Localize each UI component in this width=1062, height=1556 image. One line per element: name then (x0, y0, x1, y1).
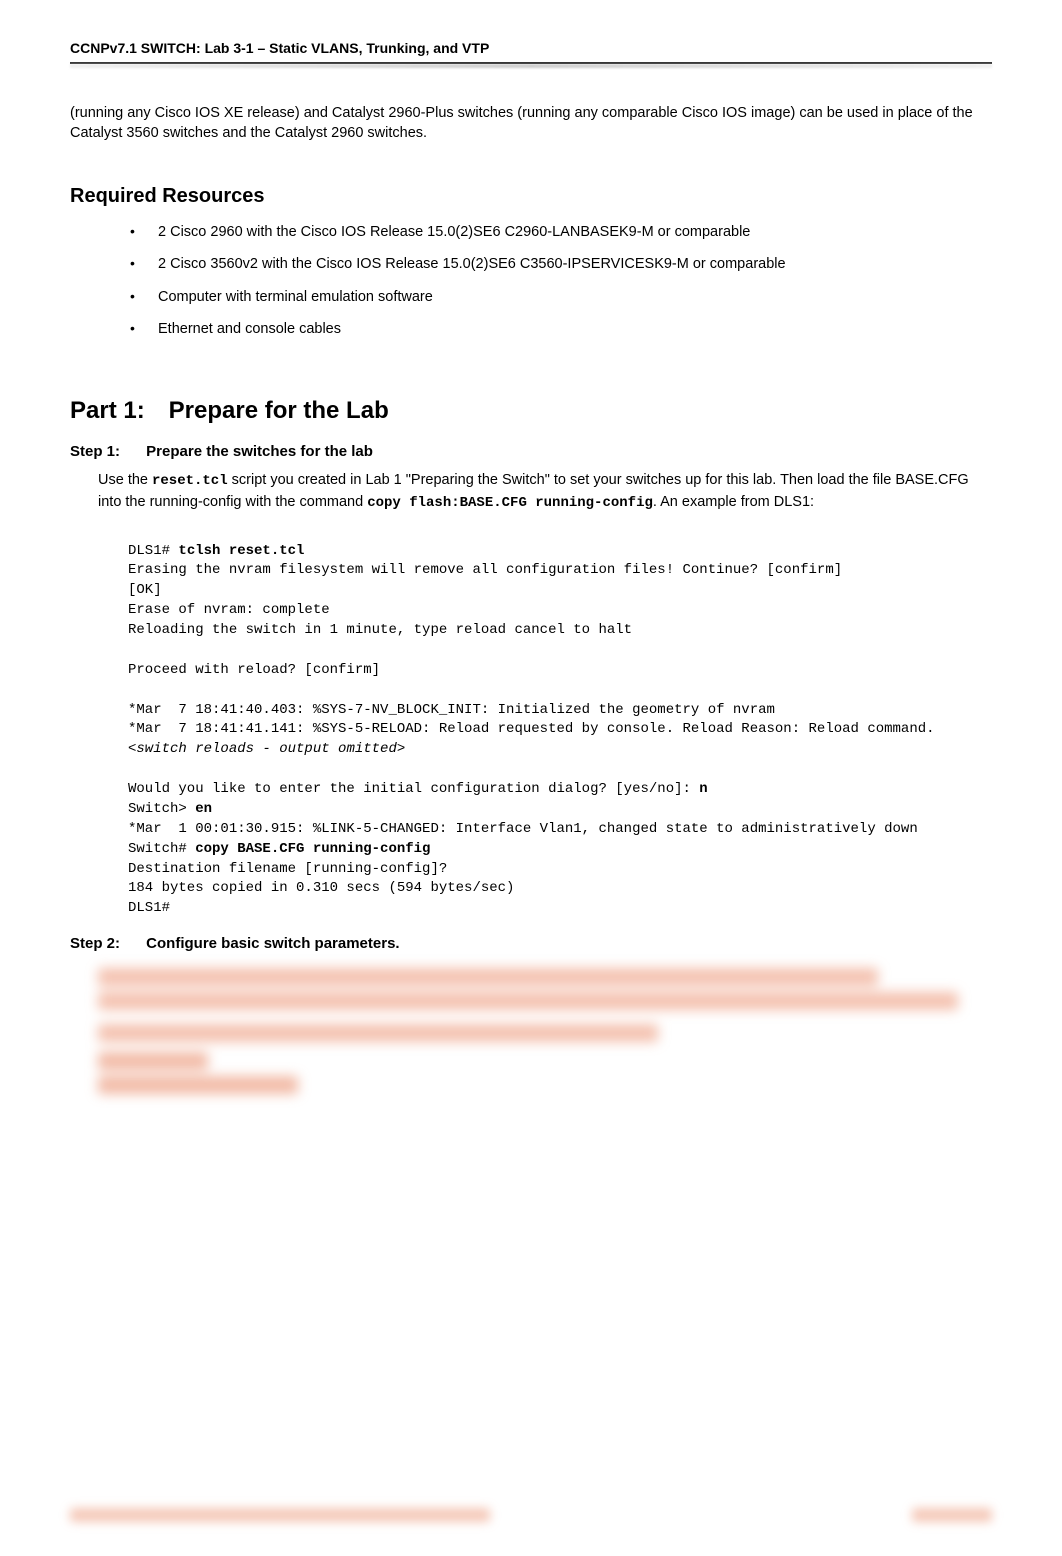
output-line: Erasing the nvram filesystem will remove… (128, 562, 842, 578)
header-title: CCNPv7.1 SWITCH: Lab 3-1 – Static VLANS,… (70, 40, 489, 56)
text: Use the (98, 472, 152, 488)
page-footer (70, 1508, 992, 1522)
list-item: 2 Cisco 2960 with the Cisco IOS Release … (130, 216, 992, 248)
page-header: CCNPv7.1 SWITCH: Lab 3-1 – Static VLANS,… (70, 40, 992, 64)
list-item: Ethernet and console cables (130, 313, 992, 345)
part-1-heading: Part 1: Prepare for the Lab (70, 397, 992, 425)
prompt: Switch> (128, 801, 195, 817)
output-line: DLS1# (128, 900, 170, 916)
text: > (397, 741, 405, 757)
command: en (195, 801, 212, 817)
output-line: *Mar 7 18:41:41.141: %SYS-5-RELOAD: Relo… (128, 721, 935, 737)
step-1-heading: Step 1: Prepare the switches for the lab (70, 443, 992, 460)
intro-paragraph: (running any Cisco IOS XE release) and C… (70, 104, 992, 143)
required-resources-list: 2 Cisco 2960 with the Cisco IOS Release … (130, 216, 992, 345)
user-input: n (699, 781, 707, 797)
output-line: Reloading the switch in 1 minute, type r… (128, 622, 632, 638)
inline-code: reset.tcl (152, 473, 228, 489)
command: copy BASE.CFG running-config (195, 841, 430, 857)
list-item: 2 Cisco 3560v2 with the Cisco IOS Releas… (130, 248, 992, 280)
footer-page-number (912, 1508, 992, 1522)
part-title: Prepare for the Lab (169, 397, 389, 424)
output-line: *Mar 1 00:01:30.915: %LINK-5-CHANGED: In… (128, 821, 918, 837)
output-line: *Mar 7 18:41:40.403: %SYS-7-NV_BLOCK_INI… (128, 702, 775, 718)
blurred-content (98, 968, 992, 1094)
output-line: 184 bytes copied in 0.310 secs (594 byte… (128, 880, 514, 896)
output-line: Would you like to enter the initial conf… (128, 781, 699, 797)
prompt: Switch# (128, 841, 195, 857)
inline-code: copy flash:BASE.CFG running-config (367, 495, 653, 511)
step-label: Step 2: (70, 935, 142, 952)
step-title: Configure basic switch parameters. (146, 935, 399, 952)
required-resources-heading: Required Resources (70, 185, 992, 208)
command: tclsh reset.tcl (178, 543, 304, 559)
output-line: Erase of nvram: complete (128, 602, 330, 618)
step-1-paragraph: Use the reset.tcl script you created in … (98, 470, 992, 513)
step-title: Prepare the switches for the lab (146, 443, 373, 460)
output-line: [OK] (128, 582, 162, 598)
output-line: Destination filename [running-config]? (128, 861, 447, 877)
footer-copyright (70, 1508, 490, 1522)
step-2-heading: Step 2: Configure basic switch parameter… (70, 935, 992, 952)
terminal-output: DLS1# tclsh reset.tcl Erasing the nvram … (128, 542, 992, 920)
step-label: Step 1: (70, 443, 142, 460)
output-line: Proceed with reload? [confirm] (128, 662, 380, 678)
part-label: Part 1: (70, 397, 162, 425)
text: . An example from DLS1: (653, 494, 814, 510)
prompt: DLS1# (128, 543, 178, 559)
italic-note: switch reloads - output omitted (136, 741, 396, 757)
list-item: Computer with terminal emulation softwar… (130, 281, 992, 313)
